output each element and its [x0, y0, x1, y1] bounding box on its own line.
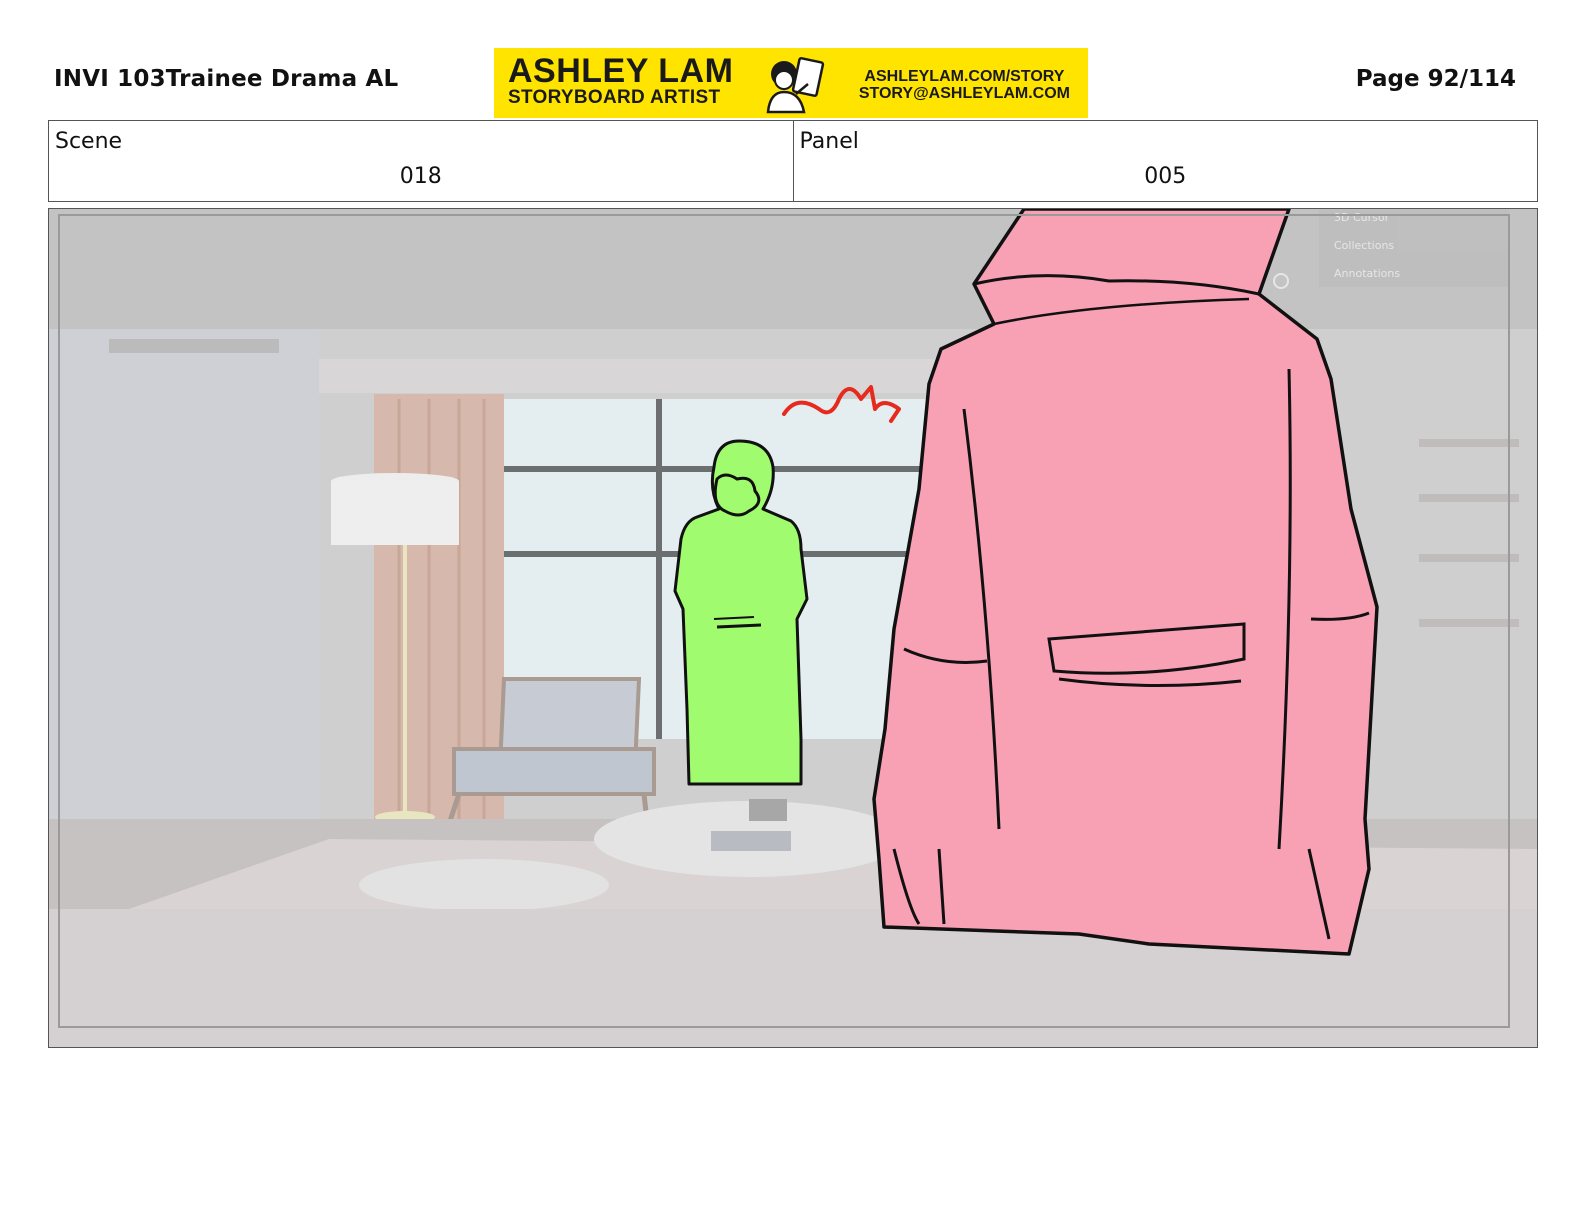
artist-name: ASHLEY LAM — [508, 52, 734, 90]
armchair-seat — [452, 747, 656, 796]
panel-drawing: 3D Cursor Collections Annotations — [49, 209, 1537, 1047]
ui-item-annotations: Annotations — [1334, 267, 1400, 280]
storyboard-panel: 3D Cursor Collections Annotations — [48, 208, 1538, 1048]
scene-cell: Scene 018 — [49, 121, 793, 201]
artist-contact: ASHLEYLAM.COM/STORY STORY@ASHLEYLAM.COM — [859, 68, 1070, 102]
scene-panel-table: Scene 018 Panel 005 — [48, 120, 1538, 202]
artist-avatar-icon — [766, 56, 825, 114]
artist-role: STORYBOARD ARTIST — [508, 87, 721, 108]
artist-website[interactable]: ASHLEYLAM.COM/STORY — [859, 68, 1070, 85]
panel-value: 005 — [1144, 164, 1187, 189]
scene-label: Scene — [55, 129, 123, 154]
project-title: INVI 103Trainee Drama AL — [54, 66, 399, 92]
book-on-table — [711, 831, 791, 851]
scene-value: 018 — [399, 164, 442, 189]
crown-molding — [109, 339, 279, 353]
panel-label: Panel — [799, 129, 859, 154]
lamp-shade — [331, 481, 459, 545]
panel-cell: Panel 005 — [792, 121, 1538, 201]
artist-banner: ASHLEY LAM STORYBOARD ARTIST ASHLEYLAM.C… — [494, 48, 1088, 118]
ui-item-collections: Collections — [1334, 239, 1394, 252]
ceiling — [49, 209, 1537, 329]
side-table — [359, 859, 609, 911]
bowl-on-table — [749, 799, 787, 821]
page-number: Page 92/114 — [1355, 66, 1516, 92]
ui-item-3d-cursor: 3D Cursor — [1334, 211, 1390, 224]
artist-email[interactable]: STORY@ASHLEYLAM.COM — [859, 85, 1070, 102]
soffit — [319, 359, 979, 393]
